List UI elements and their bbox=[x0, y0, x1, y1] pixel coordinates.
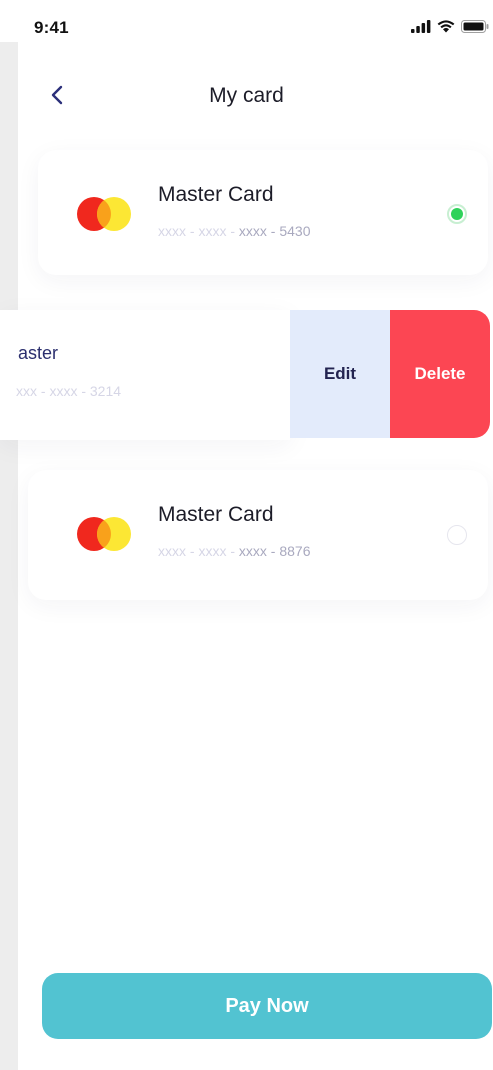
battery-icon bbox=[461, 20, 489, 33]
card-number-last: xxxx - 5430 bbox=[238, 223, 311, 239]
pay-now-button[interactable]: Pay Now bbox=[42, 973, 492, 1039]
card-number-masked: xxxx - xxxx - bbox=[158, 223, 239, 239]
status-bar: 9:41 bbox=[0, 0, 493, 44]
card-title: Master Card bbox=[158, 503, 274, 526]
mastercard-logo-icon bbox=[77, 517, 131, 551]
page-title: My card bbox=[209, 84, 284, 107]
card-select-radio[interactable] bbox=[447, 525, 467, 545]
card-number-masked: xxx - xxxx - 3214 bbox=[16, 383, 122, 399]
swipe-actions: Edit Delete bbox=[290, 310, 490, 438]
wifi-icon bbox=[437, 20, 455, 33]
card-number-masked: xxxx - xxxx - bbox=[158, 543, 239, 559]
card-select-radio[interactable] bbox=[447, 204, 467, 224]
card-item[interactable]: Master Card xxxx - xxxx - xxxx - 8876 bbox=[28, 470, 488, 600]
signal-icon bbox=[411, 20, 431, 33]
card-item-swiped[interactable]: aster xxx - xxxx - 3214 bbox=[0, 310, 290, 440]
card-title: Master Card bbox=[158, 183, 274, 206]
card-number: xxxx - xxxx - xxxx - 5430 bbox=[158, 223, 310, 239]
edit-button[interactable]: Edit bbox=[290, 310, 390, 438]
card-number-last: xxxx - 8876 bbox=[238, 543, 311, 559]
nav-bar: My card bbox=[0, 70, 493, 126]
mastercard-logo-icon bbox=[77, 197, 131, 231]
card-item[interactable]: Master Card xxxx - xxxx - xxxx - 5430 bbox=[38, 150, 488, 275]
card-number: xxxx - xxxx - xxxx - 8876 bbox=[158, 543, 310, 559]
delete-button[interactable]: Delete bbox=[390, 310, 490, 438]
card-title: aster bbox=[18, 343, 59, 363]
card-number: xxx - xxxx - 3214 bbox=[16, 383, 121, 399]
background-strip bbox=[0, 42, 18, 1070]
status-icons bbox=[411, 20, 489, 33]
status-time: 9:41 bbox=[34, 18, 69, 37]
